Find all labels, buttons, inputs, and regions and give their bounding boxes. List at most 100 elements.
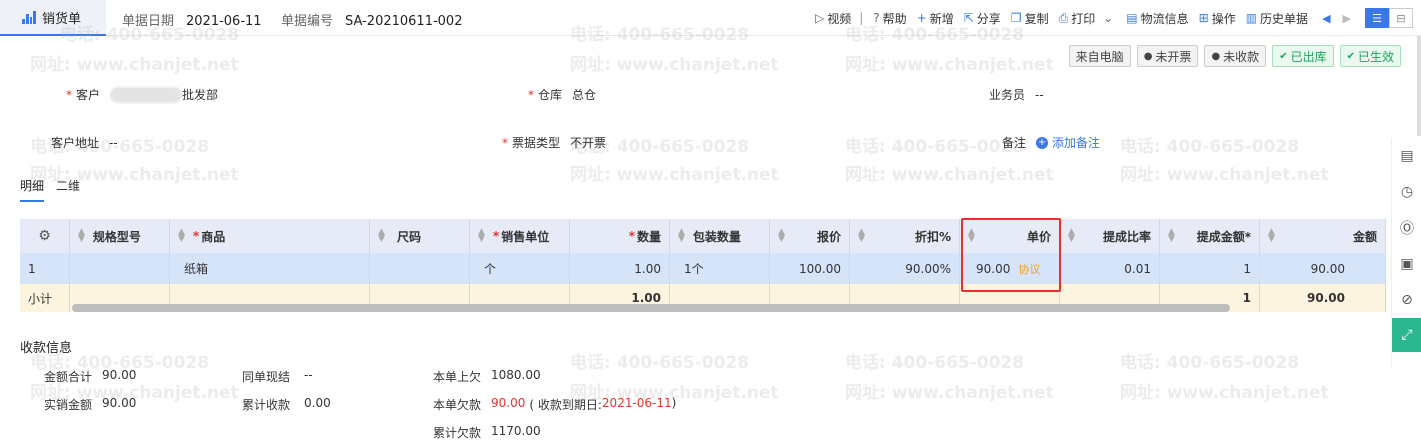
cell-price[interactable]: 90.00 协议: [960, 253, 1060, 284]
cell-spec[interactable]: [70, 253, 170, 284]
column-settings-button[interactable]: ⚙: [20, 219, 70, 253]
expand-icon[interactable]: ⤢: [1392, 318, 1421, 352]
new-button[interactable]: + 新增: [917, 10, 954, 27]
warehouse-field[interactable]: * 仓库 总仓: [528, 86, 596, 103]
sort-icon: ▲ ▼: [478, 227, 485, 244]
sort-icon: ▲ ▼: [778, 227, 785, 244]
coupon-icon[interactable]: ▣: [1392, 246, 1421, 282]
watermark-text: 电话: 400-665-0028: [1120, 137, 1300, 157]
cell-qty[interactable]: 1.00: [570, 253, 670, 284]
card-view-icon[interactable]: ⊟: [1389, 8, 1413, 28]
col-size[interactable]: ▲ ▼ 尺码: [370, 219, 470, 253]
header-label: 折扣%: [914, 229, 951, 244]
cell-commission-amount[interactable]: 1: [1160, 253, 1260, 284]
badge-label: 已生效: [1357, 49, 1394, 64]
history-icon[interactable]: ◷: [1392, 174, 1421, 210]
col-quote[interactable]: ▲ ▼ 报价: [770, 219, 850, 253]
cell-commission-rate[interactable]: 0.01: [1060, 253, 1160, 284]
col-price[interactable]: ▲ ▼ 单价: [960, 219, 1060, 253]
video-button[interactable]: ▷ 视频: [815, 10, 851, 27]
cell-size[interactable]: [370, 253, 470, 284]
doc-number-label: 单据编号: [281, 14, 334, 29]
print-button[interactable]: ⎙ 打印 ⌄: [1059, 10, 1117, 27]
sort-icon: ▲ ▼: [378, 227, 385, 244]
col-product[interactable]: ▲ ▼ * 商品: [170, 219, 370, 253]
list-view-icon[interactable]: ☰: [1365, 8, 1389, 28]
col-discount[interactable]: ▲ ▼ 折扣%: [850, 219, 960, 253]
cell-unit[interactable]: 个: [470, 253, 570, 284]
col-commission-amount[interactable]: ▲ ▼ 提成金额*: [1160, 219, 1260, 253]
copy-button[interactable]: ❐ 复制: [1011, 10, 1049, 27]
tab-sales-order[interactable]: 销货单: [0, 0, 106, 36]
cell-pack-qty[interactable]: 1个: [670, 253, 770, 284]
horizontal-scrollbar[interactable]: [72, 304, 1230, 312]
price-tag: 协议: [1018, 262, 1041, 276]
history-doc-icon: ▥: [1245, 11, 1258, 25]
required-mark: *: [66, 87, 72, 102]
share-button[interactable]: ⇱ 分享: [964, 10, 1001, 27]
chevron-down-icon[interactable]: ⌄: [1103, 11, 1113, 25]
required-mark: *: [628, 229, 635, 243]
table-row[interactable]: 1 纸箱 个 1.00 1个 100.00 90.00% 90.00 协议 0.0…: [20, 253, 1386, 284]
col-commission-rate[interactable]: ▲ ▼ 提成比率: [1060, 219, 1160, 253]
copy-label: 复制: [1024, 11, 1049, 26]
watermark-text: 网址: www.chanjet.net: [845, 165, 1054, 185]
header-label: 尺码: [396, 229, 421, 244]
tab-detail[interactable]: 明细: [20, 177, 45, 202]
cell-quote[interactable]: 100.00: [770, 253, 850, 284]
accum-owe-label: 累计欠款: [433, 426, 482, 440]
plus-icon: +: [916, 11, 927, 25]
watermark-text: 电话: 400-665-0028: [845, 137, 1025, 157]
cell-product[interactable]: 纸箱: [170, 253, 370, 284]
header-label: 包装数量: [692, 229, 741, 244]
header-label: 金额: [1352, 229, 1377, 244]
scrollbar[interactable]: [1417, 36, 1421, 136]
col-spec[interactable]: ▲ ▼ 规格型号: [70, 219, 170, 253]
check-icon: ✔: [1346, 50, 1355, 62]
warehouse-value: 总仓: [572, 88, 597, 102]
owe-icon[interactable]: Ⓞ: [1392, 210, 1421, 246]
print-label: 打印: [1071, 11, 1096, 26]
sort-icon: ▲ ▼: [1168, 227, 1175, 244]
add-remark-button[interactable]: + 添加备注: [1036, 134, 1100, 151]
header-label: 单价: [1026, 229, 1051, 244]
col-pack-qty[interactable]: ▲ ▼ 包装数量: [670, 219, 770, 253]
total-label: 金额合计: [44, 370, 93, 384]
printer-icon: ⎙: [1058, 10, 1069, 25]
header-label: 提成金额*: [1196, 229, 1251, 244]
logistics-button[interactable]: ▤ 物流信息: [1126, 10, 1188, 27]
help-button[interactable]: ? 帮助: [873, 10, 906, 27]
header-label: 数量: [636, 229, 661, 244]
attachment-icon[interactable]: ⊘: [1392, 282, 1421, 318]
operate-button[interactable]: ⊞ 操作: [1199, 10, 1236, 27]
invoice-type-field[interactable]: * 票据类型 不开票: [502, 134, 606, 151]
prev-arrow-icon[interactable]: ◀: [1322, 12, 1330, 25]
operate-label: 操作: [1211, 11, 1236, 26]
doc-date: 单据日期 2021-06-11: [122, 10, 262, 29]
total-value: 90.00: [102, 368, 137, 382]
cell-amount[interactable]: 90.00: [1260, 253, 1386, 284]
badge-label: 未开票: [1155, 49, 1192, 64]
check-icon: ✔: [1279, 50, 1288, 62]
current-owe: 本单欠款 90.00( 收款到期日: 2021-06-11 ): [433, 396, 676, 413]
address-field[interactable]: 客户地址 --: [51, 134, 118, 151]
salesman-field[interactable]: 业务员 --: [989, 86, 1044, 103]
accum-owe: 累计欠款 1170.00: [433, 424, 541, 441]
cell-discount[interactable]: 90.00%: [850, 253, 960, 284]
remark-label: 备注: [1002, 136, 1027, 150]
history-button[interactable]: ▥ 历史单据: [1246, 10, 1308, 27]
col-amount[interactable]: ▲ ▼ 金额: [1260, 219, 1386, 253]
col-qty[interactable]: * 数量: [570, 219, 670, 253]
header-label: 规格型号: [92, 229, 141, 244]
required-mark: *: [528, 87, 534, 102]
watermark-text: 网址: www.chanjet.net: [845, 383, 1054, 403]
doc-date-label: 单据日期: [122, 14, 175, 29]
row-index: 1: [20, 253, 70, 284]
salesman-value: --: [1035, 87, 1044, 102]
plus-circle-icon: +: [1036, 136, 1049, 149]
col-unit[interactable]: ▲ ▼ * 销售单位: [470, 219, 570, 253]
customer-field[interactable]: * 客户 批发部: [66, 86, 218, 103]
document-icon[interactable]: ▤: [1392, 138, 1421, 174]
next-arrow-icon[interactable]: ▶: [1343, 12, 1351, 25]
tab-2d[interactable]: 二维: [56, 177, 80, 202]
